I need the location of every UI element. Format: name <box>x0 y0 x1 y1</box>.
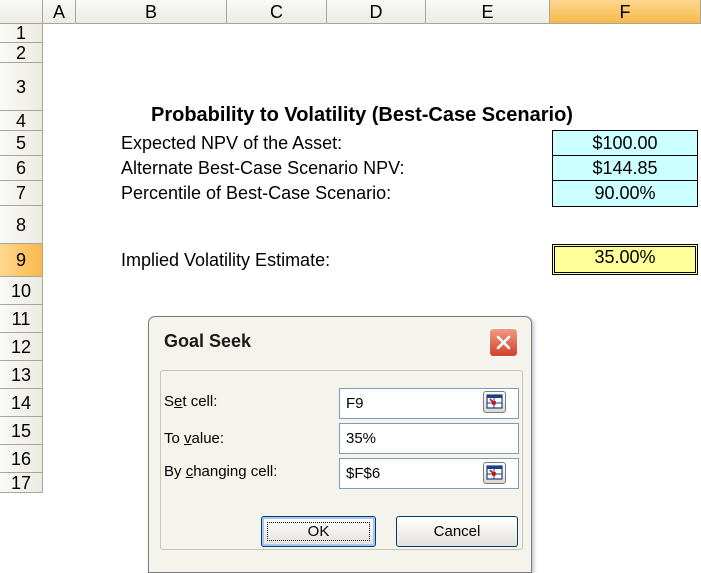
row-header-12[interactable]: 12 <box>0 333 43 361</box>
cancel-button-label: Cancel <box>433 523 481 540</box>
alternate-npv-cell[interactable]: $144.85 <box>552 155 698 182</box>
to-value-input[interactable]: 35% <box>339 423 519 454</box>
row-header-17[interactable]: 17 <box>0 473 43 493</box>
row-header-15[interactable]: 15 <box>0 417 43 445</box>
row-header-3[interactable]: 3 <box>0 63 43 111</box>
range-select-icon <box>486 394 503 409</box>
column-header-d[interactable]: D <box>327 0 426 24</box>
to-value-label-post: alue: <box>191 430 225 447</box>
column-header-a[interactable]: A <box>43 0 76 24</box>
row-header-8[interactable]: 8 <box>0 206 43 244</box>
implied-volatility-cell[interactable]: 35.00% <box>552 244 698 275</box>
row-header-7[interactable]: 7 <box>0 181 43 206</box>
set-cell-label: Set cell: <box>164 393 217 410</box>
row-header-5[interactable]: 5 <box>0 131 43 156</box>
column-header-c[interactable]: C <box>227 0 327 24</box>
percentile-label[interactable]: Percentile of Best-Case Scenario: <box>121 183 391 204</box>
expected-npv-label[interactable]: Expected NPV of the Asset: <box>121 133 342 154</box>
row-header-6[interactable]: 6 <box>0 156 43 181</box>
to-value-label-key: v <box>184 430 192 447</box>
column-header-f[interactable]: F <box>550 0 701 24</box>
goal-seek-dialog: Goal Seek Set cell: F9 To value: 35% By … <box>148 316 532 573</box>
row-header-11[interactable]: 11 <box>0 305 43 333</box>
changing-cell-label: By changing cell: <box>164 463 277 480</box>
column-header-e[interactable]: E <box>426 0 550 24</box>
implied-volatility-label[interactable]: Implied Volatility Estimate: <box>121 250 330 271</box>
set-cell-label-pre: S <box>164 393 175 410</box>
select-all-corner[interactable] <box>0 0 43 24</box>
cancel-button[interactable]: Cancel <box>396 516 518 547</box>
percentile-cell[interactable]: 90.00% <box>552 180 698 207</box>
row-header-16[interactable]: 16 <box>0 445 43 473</box>
range-select-icon <box>486 465 503 480</box>
row-header-4[interactable]: 4 <box>0 111 43 131</box>
row-header-10[interactable]: 10 <box>0 277 43 305</box>
expected-npv-cell[interactable]: $100.00 <box>552 130 698 157</box>
dialog-title: Goal Seek <box>164 331 252 351</box>
row-header-2[interactable]: 2 <box>0 43 43 63</box>
row-header-13[interactable]: 13 <box>0 361 43 389</box>
ok-button[interactable]: OK <box>261 516 376 547</box>
changing-cell-label-post: hanging cell: <box>193 463 278 480</box>
row-header-9[interactable]: 9 <box>0 244 43 277</box>
row-header-14[interactable]: 14 <box>0 389 43 417</box>
to-value-label-pre: To <box>164 430 185 447</box>
close-button[interactable] <box>489 328 518 357</box>
sheet-title[interactable]: Probability to Volatility (Best-Case Sce… <box>151 104 573 127</box>
column-header-b[interactable]: B <box>76 0 227 24</box>
changing-cell-collapse-button[interactable] <box>483 462 506 484</box>
set-cell-collapse-button[interactable] <box>483 391 506 413</box>
to-value-label: To value: <box>164 430 224 447</box>
alternate-npv-label[interactable]: Alternate Best-Case Scenario NPV: <box>121 158 404 179</box>
close-icon <box>496 335 511 350</box>
changing-cell-label-pre: By <box>164 463 186 480</box>
focus-ring <box>267 522 370 541</box>
set-cell-label-post: t cell: <box>182 393 218 410</box>
row-header-1[interactable]: 1 <box>0 24 43 43</box>
